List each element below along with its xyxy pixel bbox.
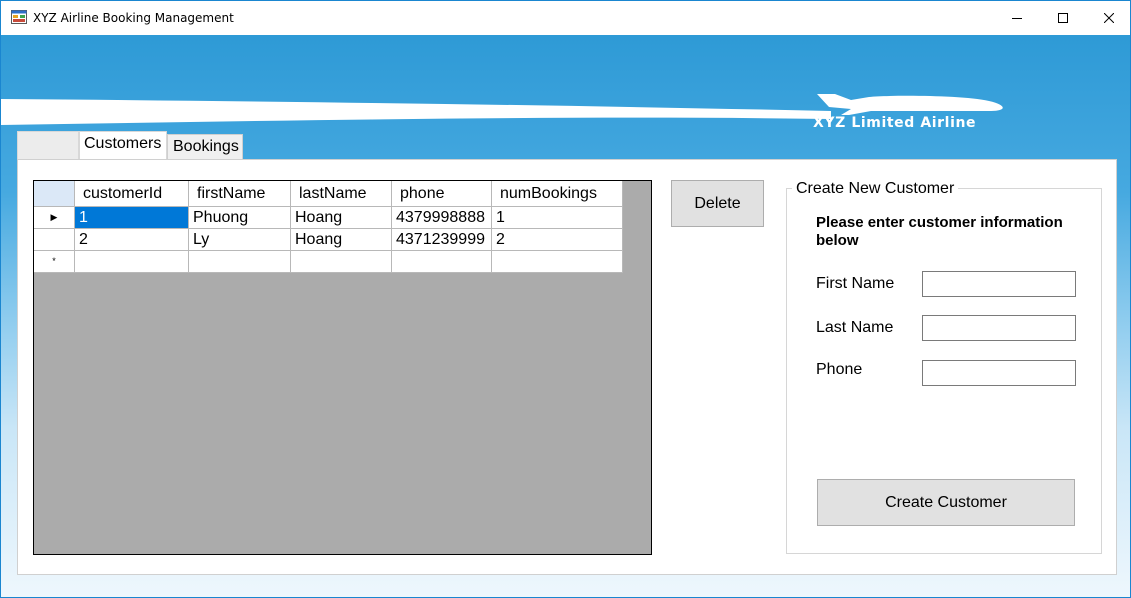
row-header-new-icon[interactable]: *	[34, 251, 75, 273]
grid-cell[interactable]: Hoang	[291, 229, 392, 251]
close-icon	[1104, 13, 1114, 23]
close-button[interactable]	[1086, 1, 1130, 35]
column-header-lastname[interactable]: lastName	[291, 181, 392, 207]
window-title: XYZ Airline Booking Management	[33, 11, 234, 25]
grid-cell[interactable]: 4371239999	[392, 229, 492, 251]
grid-cell[interactable]: 2	[492, 229, 623, 251]
minimize-button[interactable]	[994, 1, 1040, 35]
grid-cell[interactable]: Ly	[189, 229, 291, 251]
last-name-label: Last Name	[816, 319, 894, 336]
grid-header-row: customerId firstName lastName phone numB…	[34, 181, 623, 207]
last-name-field[interactable]	[922, 315, 1076, 341]
maximize-button[interactable]	[1040, 1, 1086, 35]
column-header-numbookings[interactable]: numBookings	[492, 181, 623, 207]
create-customer-button[interactable]: Create Customer	[817, 479, 1075, 526]
brand-name: XYZ Limited Airline	[813, 115, 977, 131]
column-header-phone[interactable]: phone	[392, 181, 492, 207]
customers-grid[interactable]: customerId firstName lastName phone numB…	[33, 180, 652, 555]
tab-customers[interactable]: Customers	[79, 131, 167, 160]
grid-cell[interactable]: Phuong	[189, 207, 291, 229]
groupbox-title: Create New Customer	[792, 180, 959, 198]
phone-label: Phone	[816, 361, 863, 378]
delete-button[interactable]: Delete	[671, 180, 764, 227]
grid-cell[interactable]: 4379998888	[392, 207, 492, 229]
app-icon	[11, 10, 27, 24]
first-name-label: First Name	[816, 275, 895, 292]
form-client-area: XYZ Limited Airline Customers Bookings c…	[1, 35, 1130, 597]
minimize-icon	[1012, 18, 1022, 19]
grid-cell[interactable]: Hoang	[291, 207, 392, 229]
grid-corner-header[interactable]	[34, 181, 75, 207]
phone-field[interactable]	[922, 360, 1076, 386]
airplane-logo-icon	[817, 94, 1003, 115]
grid-cell[interactable]: 1	[75, 207, 189, 229]
row-header-current-icon[interactable]: ▶	[34, 207, 75, 229]
grid-cell[interactable]	[75, 251, 189, 273]
table-row[interactable]: 2 Ly Hoang 4371239999 2	[34, 229, 623, 251]
maximize-icon	[1058, 13, 1068, 23]
app-window: XYZ Airline Booking Management XYZ Limit…	[0, 0, 1131, 598]
grid-cell[interactable]	[291, 251, 392, 273]
tab-strip-spacer	[17, 131, 79, 159]
grid-cell[interactable]: 1	[492, 207, 623, 229]
customers-tab-panel: customerId firstName lastName phone numB…	[17, 159, 1117, 575]
form-instructions: Please enter customer information below	[816, 214, 1063, 249]
grid-cell[interactable]	[492, 251, 623, 273]
title-bar[interactable]: XYZ Airline Booking Management	[1, 1, 1130, 35]
first-name-field[interactable]	[922, 271, 1076, 297]
column-header-customerid[interactable]: customerId	[75, 181, 189, 207]
grid-cell[interactable]	[392, 251, 492, 273]
tab-bookings[interactable]: Bookings	[167, 134, 243, 159]
grid-cell[interactable]: 2	[75, 229, 189, 251]
new-row[interactable]: *	[34, 251, 623, 273]
grid-cell[interactable]	[189, 251, 291, 273]
row-header[interactable]	[34, 229, 75, 251]
column-header-firstname[interactable]: firstName	[189, 181, 291, 207]
table-row[interactable]: ▶ 1 Phuong Hoang 4379998888 1	[34, 207, 623, 229]
